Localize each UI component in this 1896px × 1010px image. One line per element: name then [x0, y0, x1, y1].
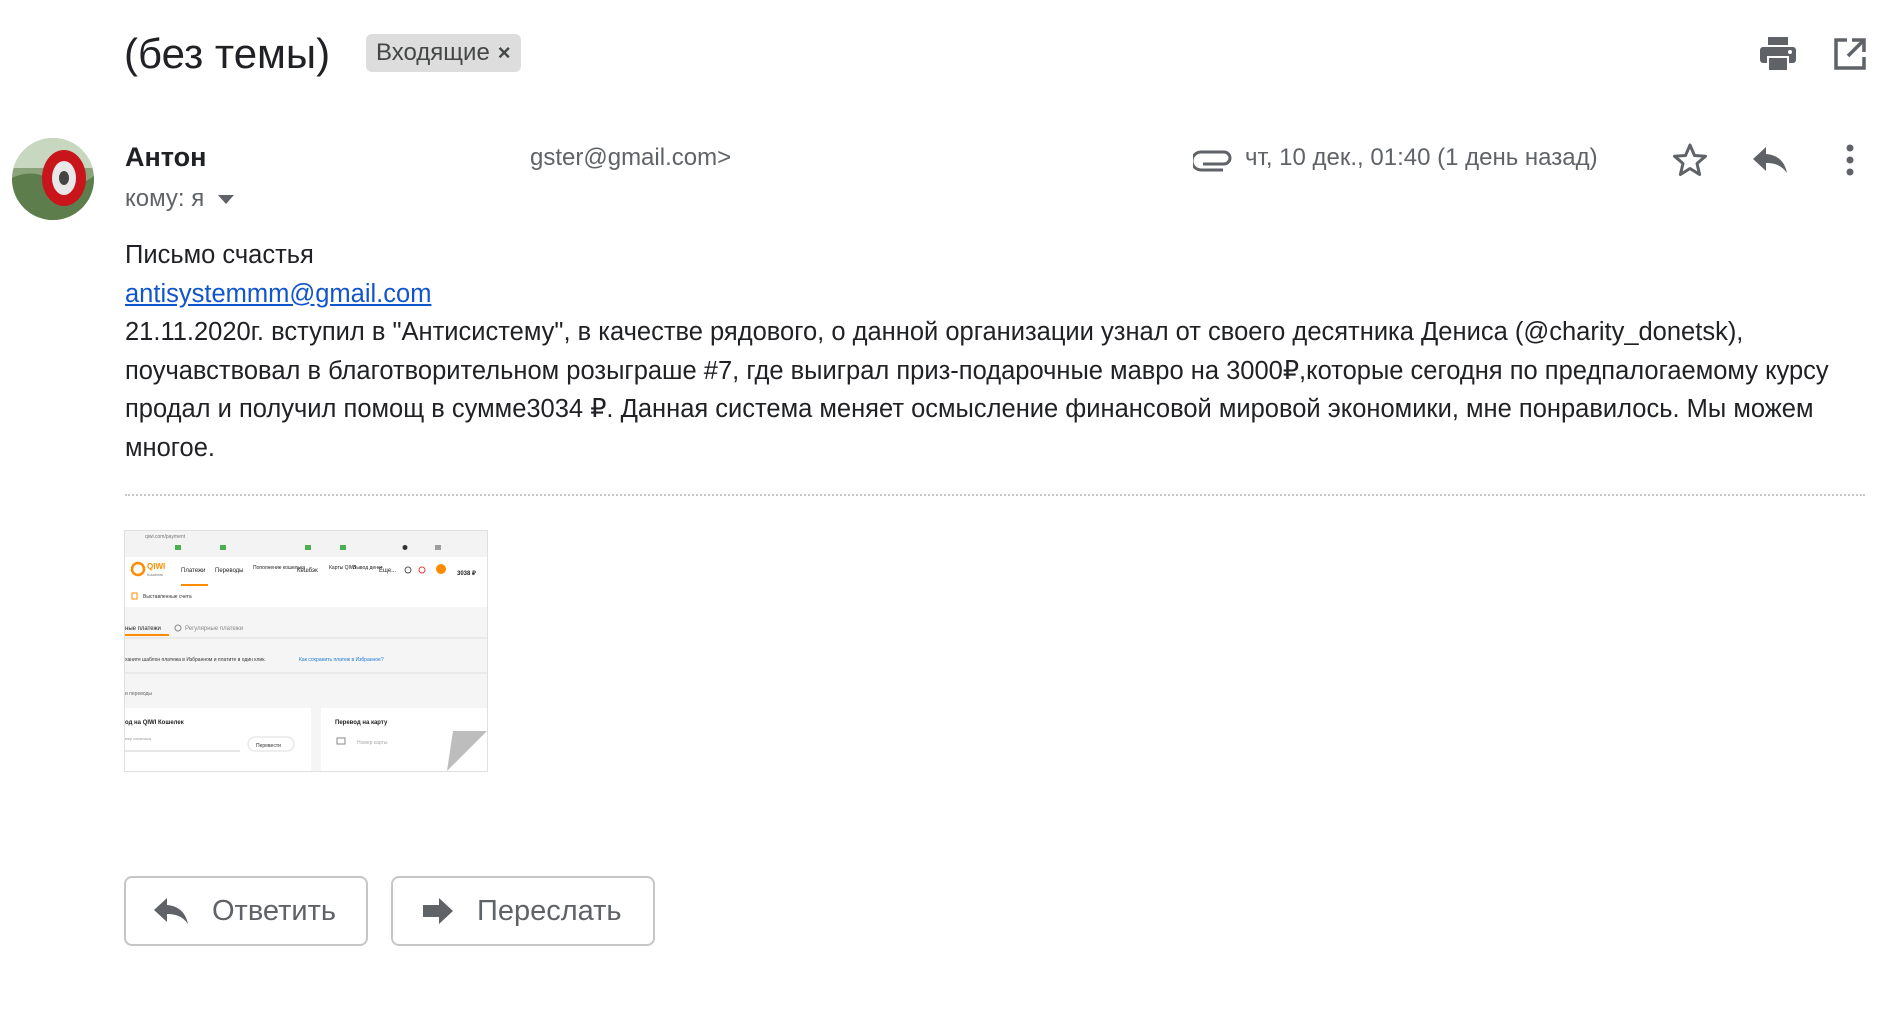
message-body: Письмо счастья antisystemmm@gmail.com 21…: [125, 236, 1865, 467]
thumb-card1-title: од на QIWI Кошелек: [125, 720, 184, 726]
reply-button[interactable]: Ответить: [124, 876, 368, 946]
open-in-new-icon[interactable]: [1828, 32, 1872, 76]
reply-icon[interactable]: [1748, 138, 1792, 182]
print-icon[interactable]: [1756, 32, 1800, 76]
thumb-nav-item: Карты QIWI: [329, 565, 356, 571]
thumb-hint-link: Как сохранить платеж в Избранное?: [299, 657, 384, 663]
thumb-nav-item: Кешбэк: [297, 568, 318, 574]
chevron-down-icon[interactable]: [218, 194, 235, 204]
attachment-divider: [125, 494, 1865, 496]
thumb-section: и переводы: [125, 691, 152, 697]
thumb-card2-field: Номер карты: [357, 740, 388, 746]
sender-email: gster@gmail.com>: [530, 144, 732, 171]
thumb-nav-item: Платежи: [181, 568, 205, 574]
more-vert-icon[interactable]: [1828, 138, 1872, 182]
thumb-card1-button: Перевести: [256, 743, 281, 749]
recipients-label: кому: я: [125, 185, 205, 212]
label-chip-text: Входящие: [376, 39, 490, 66]
recipients-toggle[interactable]: кому: я: [125, 185, 235, 213]
remove-label-icon[interactable]: ×: [498, 40, 511, 66]
thumb-card1-field: мер кошелька: [125, 736, 152, 741]
thumb-balance: 3038 ₽: [457, 570, 476, 577]
thumb-nav-item: Переводы: [215, 568, 243, 574]
body-paragraph: 21.11.2020г. вступил в "Антисистему", в …: [125, 318, 1829, 462]
thumb-tab-regular: Регулярные платежи: [185, 626, 243, 632]
body-line: Письмо счастья: [125, 241, 314, 269]
forward-button-label: Переслать: [477, 894, 622, 927]
thumb-nav-item: Еще...: [379, 568, 397, 574]
thumb-logo: QIWI: [147, 562, 165, 571]
reply-icon: [154, 898, 188, 924]
thumb-tab-active: ные платежи: [125, 626, 161, 632]
sender-avatar[interactable]: [12, 138, 94, 220]
attachment-thumbnail[interactable]: qiwi.com/payment QIWI Кошелек Платежи Пе…: [124, 530, 488, 772]
reply-button-label: Ответить: [212, 894, 336, 927]
email-link[interactable]: antisystemmm@gmail.com: [125, 280, 431, 308]
thumb-card2-title: Перевод на карту: [335, 720, 388, 726]
thumb-hint: ханите шаблон платежа в Избранном и плат…: [125, 657, 266, 663]
thumb-logo-sub: Кошелек: [147, 572, 163, 577]
thumb-invoices: Выставленные счета: [143, 594, 192, 600]
forward-icon: [423, 898, 453, 924]
sender-name[interactable]: Антон: [125, 142, 206, 173]
paperclip-icon: [1190, 144, 1233, 174]
forward-button[interactable]: Переслать: [391, 876, 655, 946]
message-date: чт, 10 дек., 01:40 (1 день назад): [1245, 144, 1598, 171]
email-subject: (без темы): [124, 30, 331, 77]
star-icon[interactable]: [1668, 138, 1712, 182]
label-chip-inbox[interactable]: Входящие ×: [366, 34, 521, 72]
thumb-url: qiwi.com/payment: [145, 534, 186, 540]
